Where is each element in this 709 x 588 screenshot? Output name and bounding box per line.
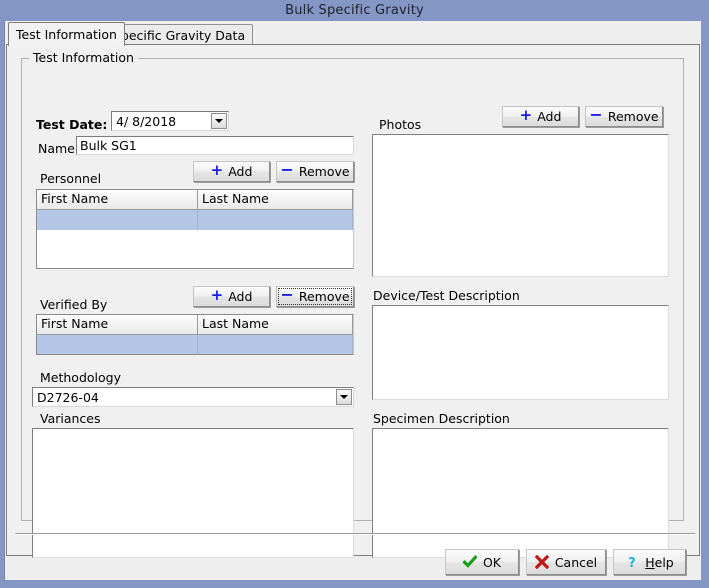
plus-icon: + <box>210 161 224 179</box>
personnel-grid-header: First Name Last Name <box>37 190 353 210</box>
verified-by-grid-header: First Name Last Name <box>37 315 353 335</box>
question-mark-icon: ? <box>625 555 639 571</box>
verified-by-grid[interactable]: First Name Last Name <box>36 314 354 355</box>
test-date-picker[interactable]: 4/ 8/2018 <box>111 111 229 131</box>
tab-test-information-label: Test Information <box>16 27 117 42</box>
verified-by-cell-last-name <box>198 335 353 354</box>
personnel-add-label: Add <box>228 164 253 179</box>
verified-by-label: Verified By <box>40 297 108 312</box>
footer-separator <box>15 533 695 535</box>
methodology-label: Methodology <box>40 370 121 385</box>
help-label-accel: H <box>645 554 655 570</box>
verified-by-remove-label: Remove <box>298 289 350 304</box>
plus-icon: + <box>210 286 224 304</box>
variances-label: Variances <box>40 411 101 426</box>
personnel-col-first-name: First Name <box>37 190 198 209</box>
personnel-grid[interactable]: First Name Last Name <box>36 189 354 269</box>
minus-icon: − <box>280 159 294 179</box>
tab-specific-gravity-data[interactable]: Specific Gravity Data <box>105 24 254 45</box>
name-input[interactable]: Bulk SG1 <box>76 136 354 155</box>
ok-button[interactable]: OK <box>445 549 519 575</box>
variances-textarea[interactable] <box>32 428 354 558</box>
verified-by-add-label: Add <box>228 289 253 304</box>
test-date-dropdown-icon[interactable] <box>211 113 227 129</box>
personnel-cell-first-name <box>37 210 198 230</box>
personnel-remove-label: Remove <box>298 164 350 179</box>
photos-list[interactable] <box>372 134 669 277</box>
tab-specific-gravity-data-label: Specific Gravity Data <box>113 27 246 43</box>
methodology-value: D2726-04 <box>37 390 99 405</box>
photos-add-button[interactable]: + Add <box>502 106 579 127</box>
name-label: Name: <box>38 141 80 156</box>
minus-icon: − <box>280 284 294 304</box>
personnel-col-last-name: Last Name <box>198 190 353 209</box>
photos-label: Photos <box>379 117 422 132</box>
table-row[interactable] <box>37 335 353 354</box>
verified-by-col-last-name: Last Name <box>198 315 353 334</box>
photos-remove-label: Remove <box>607 109 659 124</box>
specimen-description-label: Specimen Description <box>373 411 510 426</box>
personnel-remove-button[interactable]: − Remove <box>276 161 354 182</box>
tab-strip: Test Information Specific Gravity Data <box>5 22 701 46</box>
close-icon <box>534 554 550 570</box>
tab-test-information[interactable]: Test Information <box>8 22 125 46</box>
help-label: Help <box>645 555 674 570</box>
personnel-cell-last-name <box>198 210 353 230</box>
check-icon <box>462 554 478 569</box>
cancel-button[interactable]: Cancel <box>526 549 606 575</box>
test-date-value: 4/ 8/2018 <box>116 114 177 129</box>
verified-by-cell-first-name <box>37 335 198 354</box>
personnel-label: Personnel <box>40 171 102 186</box>
client-area: Test Information Specific Gravity Data T… <box>4 21 705 584</box>
help-button[interactable]: ? Help <box>613 549 686 575</box>
plus-icon: + <box>519 106 533 124</box>
photos-add-label: Add <box>537 109 562 124</box>
verified-by-remove-button[interactable]: − Remove <box>276 286 354 307</box>
device-description-label: Device/Test Description <box>373 288 520 303</box>
chevron-down-icon[interactable] <box>336 389 352 405</box>
methodology-select[interactable]: D2726-04 <box>32 387 354 407</box>
group-test-information-title: Test Information <box>29 50 138 65</box>
tab-page-test-information: Test Information Test Date: 4/ 8/2018 Na… <box>6 44 700 575</box>
ok-label: OK <box>482 554 502 570</box>
test-date-label: Test Date: <box>36 117 108 132</box>
specimen-description-textarea[interactable] <box>372 428 669 558</box>
cancel-label: Cancel <box>554 554 598 570</box>
table-row[interactable] <box>37 210 353 230</box>
window-title: Bulk Specific Gravity <box>285 3 424 18</box>
device-description-textarea[interactable] <box>372 305 669 400</box>
photos-remove-button[interactable]: − Remove <box>585 106 663 127</box>
help-label-rest: elp <box>654 554 674 570</box>
minus-icon: − <box>589 104 603 124</box>
verified-by-col-first-name: First Name <box>37 315 198 334</box>
personnel-add-button[interactable]: + Add <box>193 161 270 182</box>
dialog-window: Bulk Specific Gravity Test Information S… <box>0 0 709 588</box>
title-bar: Bulk Specific Gravity <box>0 0 709 21</box>
verified-by-add-button[interactable]: + Add <box>193 286 270 307</box>
svg-text:?: ? <box>628 556 636 569</box>
